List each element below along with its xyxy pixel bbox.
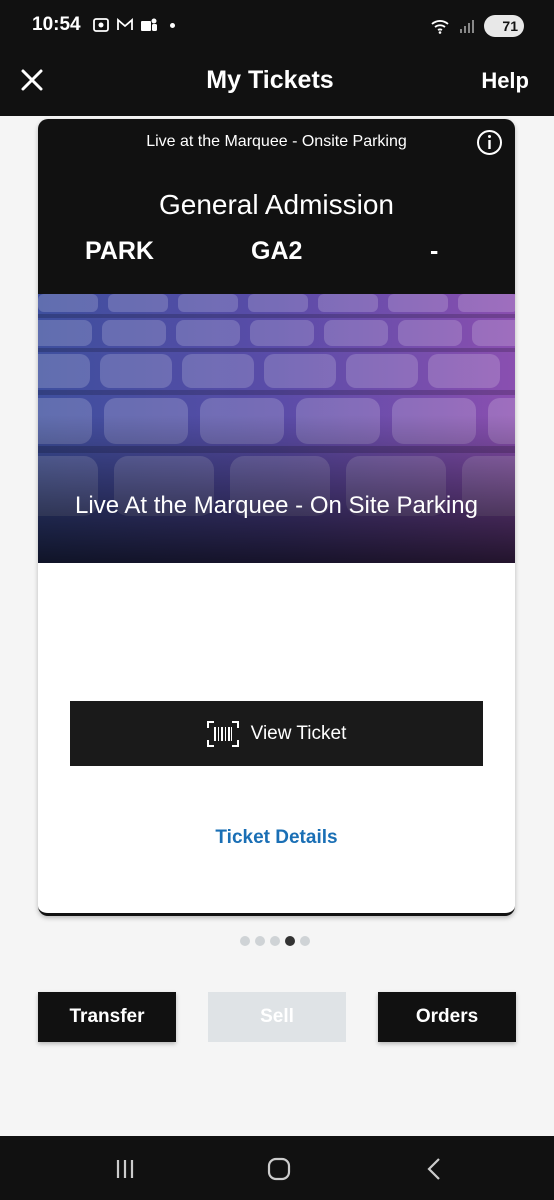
- row-value: GA2: [251, 237, 303, 265]
- seat-value: -: [430, 237, 439, 265]
- signal-icon: [460, 20, 474, 33]
- image-overlay: [38, 294, 515, 563]
- status-system-icons: 71: [430, 15, 524, 37]
- teams-icon: [141, 18, 157, 31]
- back-icon[interactable]: [422, 1156, 448, 1182]
- screenshot-icon: [93, 18, 109, 32]
- barcode-icon: [206, 720, 239, 747]
- system-nav-bar: [0, 1136, 554, 1200]
- pager-dot[interactable]: [270, 936, 280, 946]
- help-link[interactable]: Help: [481, 68, 529, 94]
- notification-dot: [170, 22, 175, 28]
- ticket-card: Live at the Marquee - Onsite Parking Gen…: [38, 119, 515, 916]
- gmail-icon: [117, 18, 133, 30]
- status-time: 10:54: [32, 14, 81, 35]
- info-icon[interactable]: [476, 129, 503, 156]
- ticket-header: Live at the Marquee - Onsite Parking Gen…: [38, 119, 515, 294]
- event-image: Live At the Marquee - On Site Parking: [38, 294, 515, 563]
- app-header: My Tickets Help: [0, 52, 554, 116]
- pager-dot-active[interactable]: [285, 936, 295, 946]
- recent-apps-icon[interactable]: [112, 1156, 138, 1182]
- status-notification-icons: [92, 16, 175, 34]
- view-ticket-button[interactable]: View Ticket: [70, 701, 483, 766]
- admission-type: General Admission: [158, 189, 394, 220]
- event-name: Live at the Marquee - Onsite Parking: [146, 133, 407, 150]
- page-title: My Tickets: [206, 66, 334, 94]
- pager-dot[interactable]: [300, 936, 310, 946]
- transfer-button[interactable]: Transfer: [38, 992, 176, 1042]
- seat-info: PARK GA2 -: [38, 237, 515, 271]
- section-value: PARK: [85, 237, 154, 265]
- wifi-icon: [431, 20, 449, 34]
- event-title: Live At the Marquee - On Site Parking: [75, 492, 478, 519]
- view-ticket-label: View Ticket: [250, 722, 347, 744]
- pager-dot[interactable]: [255, 936, 265, 946]
- ticket-details-link[interactable]: Ticket Details: [38, 827, 515, 849]
- battery-level: 71: [502, 18, 518, 34]
- status-bar: 10:54 71: [0, 0, 554, 52]
- ticket-pager: [240, 936, 310, 946]
- orders-button[interactable]: Orders: [378, 992, 516, 1042]
- sell-button[interactable]: Sell: [208, 992, 346, 1042]
- pager-dot[interactable]: [240, 936, 250, 946]
- home-icon[interactable]: [266, 1156, 292, 1182]
- battery-icon: 71: [484, 15, 524, 37]
